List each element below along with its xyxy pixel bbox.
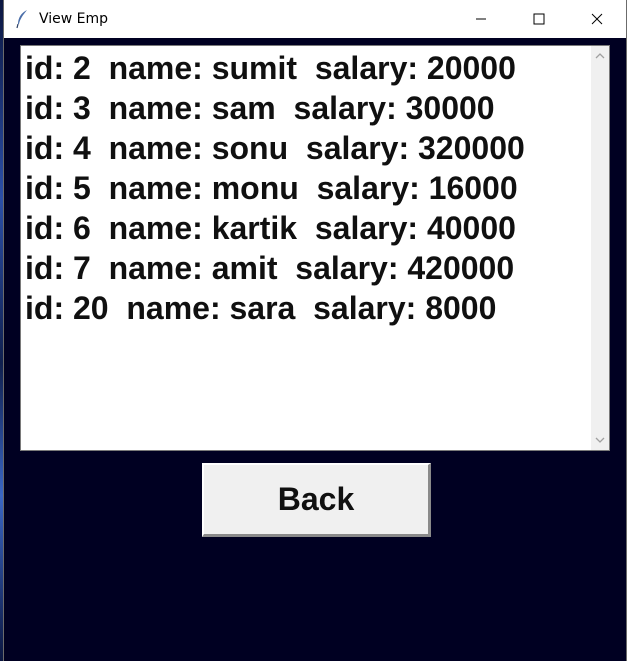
window-title: View Emp — [39, 11, 109, 27]
employee-list: id: 2 name: sumit salary: 20000 id: 3 na… — [25, 48, 585, 328]
list-item[interactable]: id: 5 name: monu salary: 16000 — [25, 168, 585, 208]
employee-listbox[interactable]: id: 2 name: sumit salary: 20000 id: 3 na… — [20, 45, 610, 451]
minimize-button[interactable] — [452, 0, 510, 38]
list-item[interactable]: id: 4 name: sonu salary: 320000 — [25, 128, 585, 168]
minimize-icon — [476, 18, 486, 20]
maximize-button[interactable] — [510, 0, 568, 38]
list-item[interactable]: id: 3 name: sam salary: 30000 — [25, 88, 585, 128]
maximize-icon — [533, 13, 545, 25]
close-button[interactable] — [568, 0, 626, 38]
title-bar[interactable]: View Emp — [4, 0, 626, 38]
view-emp-window: View Emp id: 2 name: sumit salary: 20000… — [3, 0, 627, 661]
list-item[interactable]: id: 2 name: sumit salary: 20000 — [25, 48, 585, 88]
chevron-up-icon[interactable] — [595, 52, 605, 60]
back-button[interactable]: Back — [202, 463, 431, 537]
vertical-scrollbar[interactable] — [591, 46, 609, 450]
chevron-down-icon[interactable] — [595, 436, 605, 444]
list-item[interactable]: id: 20 name: sara salary: 8000 — [25, 288, 585, 328]
list-item[interactable]: id: 7 name: amit salary: 420000 — [25, 248, 585, 288]
close-icon — [591, 13, 603, 25]
feather-icon — [16, 10, 27, 29]
list-item[interactable]: id: 6 name: kartik salary: 40000 — [25, 208, 585, 248]
